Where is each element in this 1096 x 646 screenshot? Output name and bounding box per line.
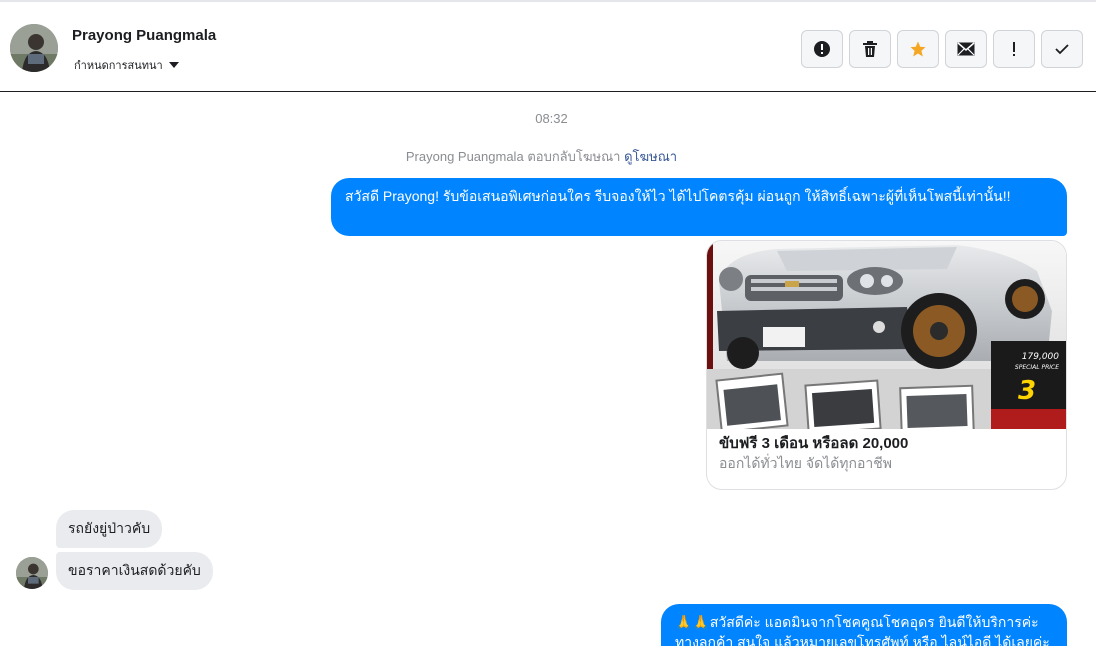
check-icon [1055, 44, 1069, 55]
ad-special-text: SPECIAL PRICE [1015, 364, 1059, 371]
reply-note-text: ตอบกลับโฆษณา [527, 149, 621, 164]
trash-icon [863, 41, 877, 57]
alert-circle-icon [814, 41, 830, 57]
outgoing-message-text: 🙏🙏สวัสดีค่ะ แอดมินจากโชคคูณโชคอุดร ยินดี… [675, 614, 1050, 646]
incoming-message-text: ขอราคาเงินสดด้วยคับ [68, 562, 201, 578]
envelope-icon [957, 42, 975, 56]
mark-unread-button[interactable] [945, 30, 987, 68]
ad-subtitle: ออกได้ทั่วไทย จัดได้ทุกอาชีพ [719, 455, 893, 471]
outgoing-message[interactable]: 🙏🙏สวัสดีค่ะ แอดมินจากโชคคูณโชคอุดร ยินดี… [661, 604, 1067, 646]
delete-button[interactable] [849, 30, 891, 68]
outgoing-message-text: สวัสดี Prayong! รับข้อเสนอพิเศษก่อนใคร ร… [345, 188, 1011, 204]
conversation-settings-label: กำหนดการสนทนา [74, 60, 163, 72]
caret-down-icon [168, 62, 179, 68]
ad-reply-note: Prayong Puangmala ตอบกลับโฆษณา ดูโฆษณา [0, 146, 1083, 167]
contact-name: Prayong Puangmala [72, 27, 217, 44]
ad-months-text: 3 [1018, 376, 1036, 406]
contact-avatar[interactable] [10, 24, 58, 72]
conversation-settings-dropdown[interactable]: กำหนดการสนทนา [74, 56, 179, 74]
sender-avatar[interactable] [16, 557, 48, 589]
incoming-message-text: รถยังยู่ป่าวคับ [68, 520, 151, 536]
incoming-message[interactable]: รถยังยู่ป่าวคับ [56, 510, 163, 548]
outgoing-message[interactable]: สวัสดี Prayong! รับข้อเสนอพิเศษก่อนใคร ร… [331, 178, 1067, 236]
star-icon [910, 41, 926, 57]
incoming-message[interactable]: ขอราคาเงินสดด้วยคับ [56, 552, 213, 590]
ad-price-text: 179,000 [1022, 352, 1059, 362]
ad-title: ขับฟรี 3 เดือน หรือลด 20,000 [719, 435, 909, 452]
mark-done-button[interactable] [1041, 30, 1083, 68]
header-actions [801, 30, 1083, 68]
ad-image: 179,000 SPECIAL PRICE 3 [707, 241, 1066, 429]
reply-note-name: Prayong Puangmala [405, 149, 524, 164]
ad-card[interactable]: 179,000 SPECIAL PRICE 3 ขับฟรี 3 เดือน ห… [706, 240, 1067, 490]
message-timestamp: 08:32 [535, 111, 568, 126]
important-button[interactable] [993, 30, 1035, 68]
conversation-header: Prayong Puangmala กำหนดการสนทนา [0, 0, 1096, 92]
exclamation-icon [1013, 42, 1015, 56]
view-ad-link[interactable]: ดูโฆษณา [624, 149, 677, 164]
star-button[interactable] [897, 30, 939, 68]
report-button[interactable] [801, 30, 843, 68]
